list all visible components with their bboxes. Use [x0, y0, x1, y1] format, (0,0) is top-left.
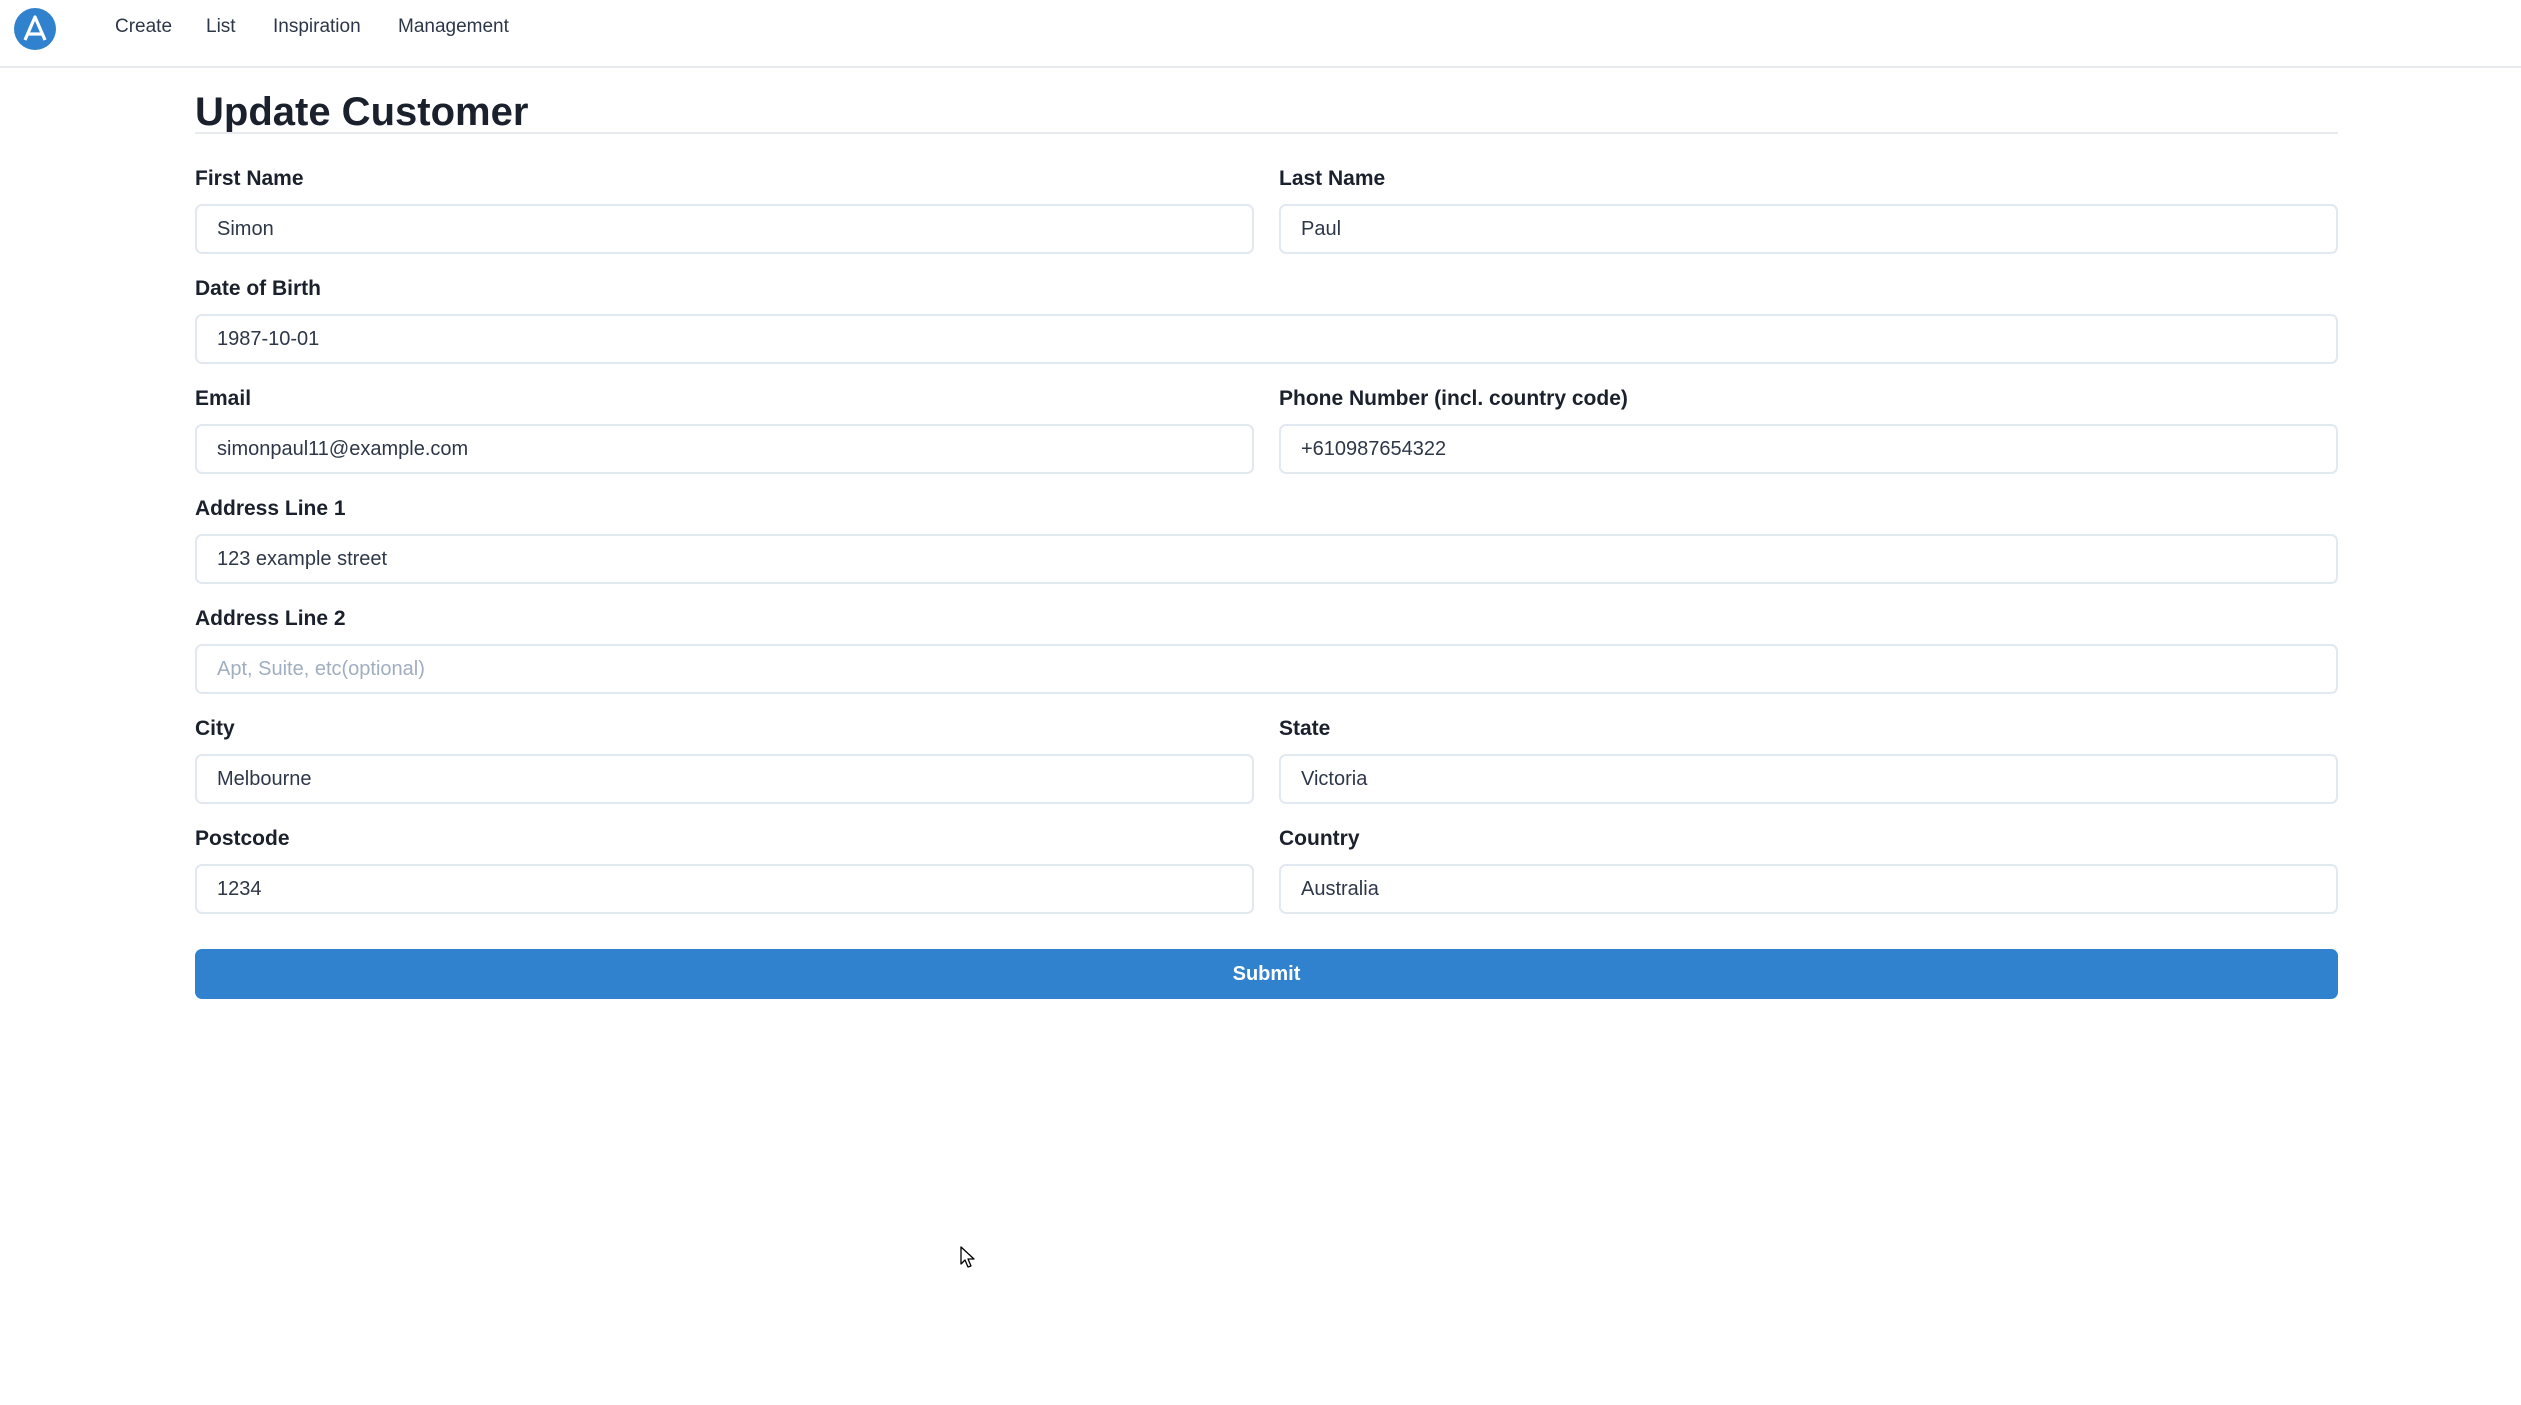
phone-number-input[interactable] — [1279, 424, 2338, 474]
city-label: City — [195, 717, 235, 740]
last-name-input[interactable] — [1279, 204, 2338, 254]
mouse-pointer-icon — [960, 1246, 975, 1268]
app-logo-icon[interactable] — [13, 7, 57, 51]
email-input[interactable] — [195, 424, 1254, 474]
postcode-input[interactable] — [195, 864, 1254, 914]
address-line-2-input[interactable] — [195, 644, 2338, 694]
phone-number-label: Phone Number (incl. country code) — [1279, 387, 1628, 410]
address-line-1-label: Address Line 1 — [195, 497, 346, 520]
top-navbar: Create List Inspiration Management — [0, 0, 2521, 68]
nav-create-link[interactable]: Create — [115, 14, 172, 40]
city-input[interactable] — [195, 754, 1254, 804]
last-name-label: Last Name — [1279, 167, 1386, 190]
state-input[interactable] — [1279, 754, 2338, 804]
email-label: Email — [195, 387, 252, 410]
title-divider — [195, 132, 2338, 134]
first-name-label: First Name — [195, 167, 304, 190]
nav-list-link[interactable]: List — [206, 14, 236, 40]
date-of-birth-input[interactable] — [195, 314, 2338, 364]
nav-management-link[interactable]: Management — [398, 14, 509, 40]
submit-button[interactable]: Submit — [195, 949, 2338, 999]
date-of-birth-label: Date of Birth — [195, 277, 321, 300]
state-label: State — [1279, 717, 1331, 740]
address-line-2-label: Address Line 2 — [195, 607, 346, 630]
address-line-1-input[interactable] — [195, 534, 2338, 584]
first-name-input[interactable] — [195, 204, 1254, 254]
page-title: Update Customer — [195, 90, 529, 134]
postcode-label: Postcode — [195, 827, 290, 850]
country-input[interactable] — [1279, 864, 2338, 914]
nav-inspiration-link[interactable]: Inspiration — [273, 14, 361, 40]
country-label: Country — [1279, 827, 1360, 850]
